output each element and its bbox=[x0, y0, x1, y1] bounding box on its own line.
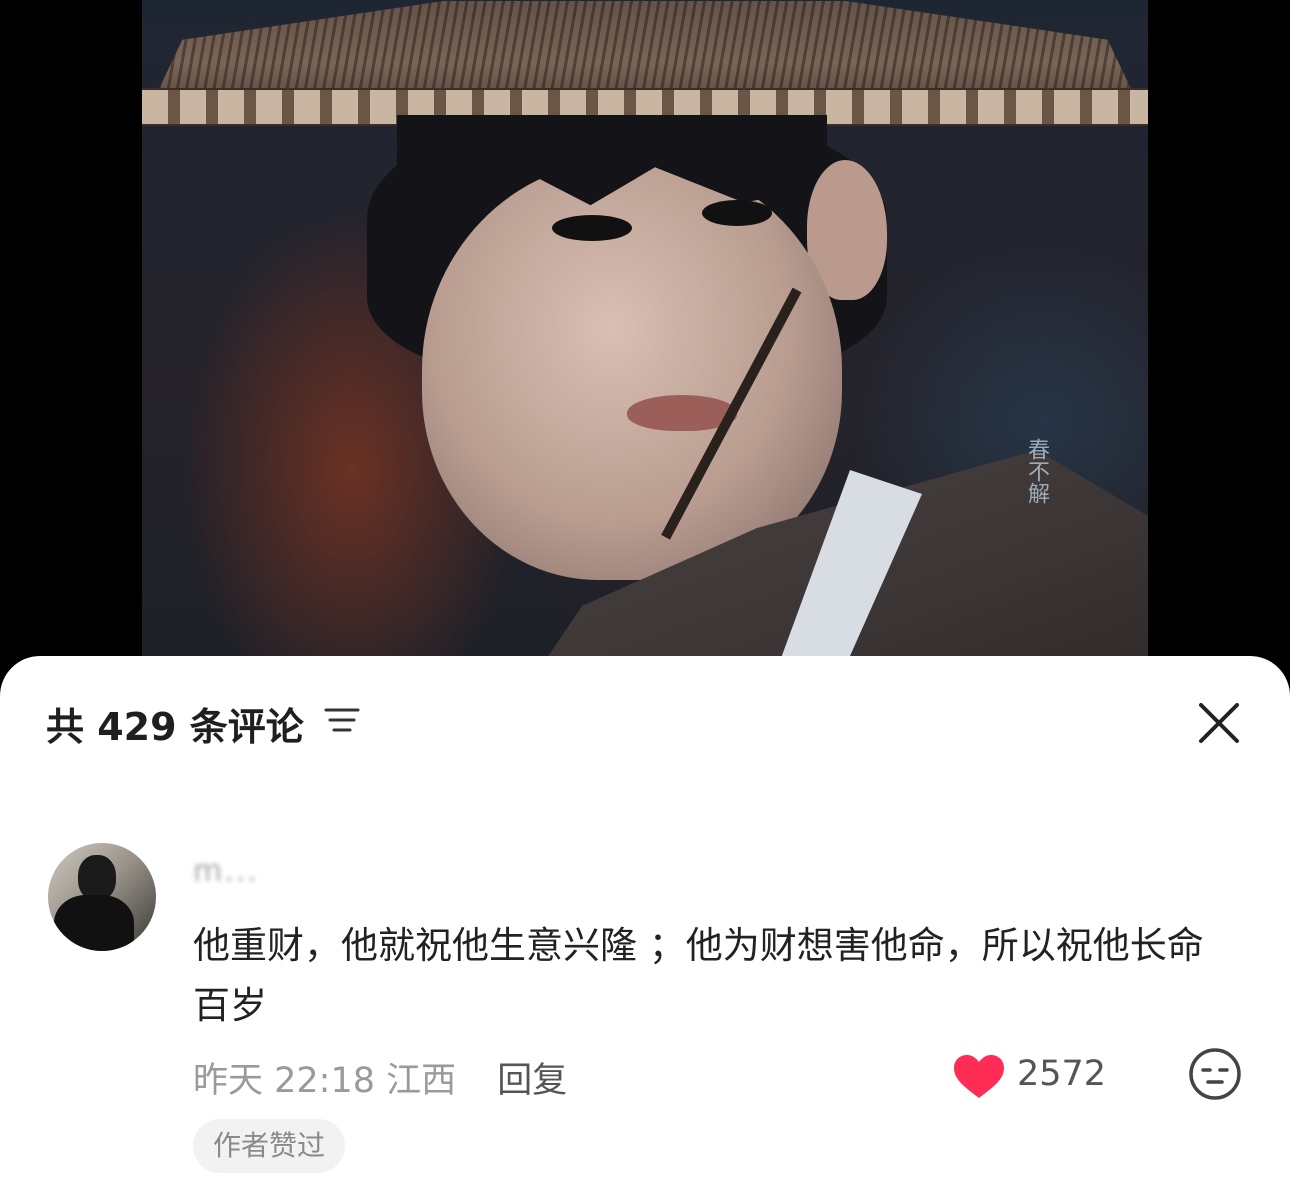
author-liked-badge: 作者赞过 bbox=[193, 1119, 346, 1173]
comment-time: 昨天 22:18 bbox=[193, 1061, 375, 1101]
like-count: 2572 bbox=[1017, 1054, 1107, 1094]
close-icon[interactable] bbox=[1196, 700, 1242, 746]
reply-button[interactable]: 回复 bbox=[497, 1061, 567, 1101]
comment-meta: 昨天 22:18 江西 回复 bbox=[193, 1052, 567, 1103]
comment-sheet: 共 429 条评论 m... 他重财，他就祝他生意兴隆 ；他为财想害他命，所以祝… bbox=[0, 656, 1290, 1194]
comment-username[interactable]: m... bbox=[193, 854, 259, 889]
avatar[interactable] bbox=[48, 843, 156, 951]
sort-filter-icon[interactable] bbox=[322, 704, 362, 736]
comment-count-title: 共 429 条评论 bbox=[46, 705, 304, 749]
avatar-body bbox=[54, 895, 134, 951]
comment-text[interactable]: 他重财，他就祝他生意兴隆 ；他为财想害他命，所以祝他长命百岁 bbox=[193, 916, 1233, 1036]
left-eye bbox=[552, 215, 632, 241]
video-watermark: 春不解 bbox=[1024, 438, 1049, 504]
emoji-face-icon[interactable] bbox=[1188, 1047, 1242, 1101]
video-frame: 春不解 bbox=[142, 0, 1148, 700]
comment-location: 江西 bbox=[386, 1061, 457, 1101]
video-area[interactable]: 春不解 bbox=[0, 0, 1290, 700]
heart-icon[interactable] bbox=[952, 1054, 1006, 1100]
right-eye bbox=[702, 200, 772, 226]
face bbox=[422, 160, 842, 580]
